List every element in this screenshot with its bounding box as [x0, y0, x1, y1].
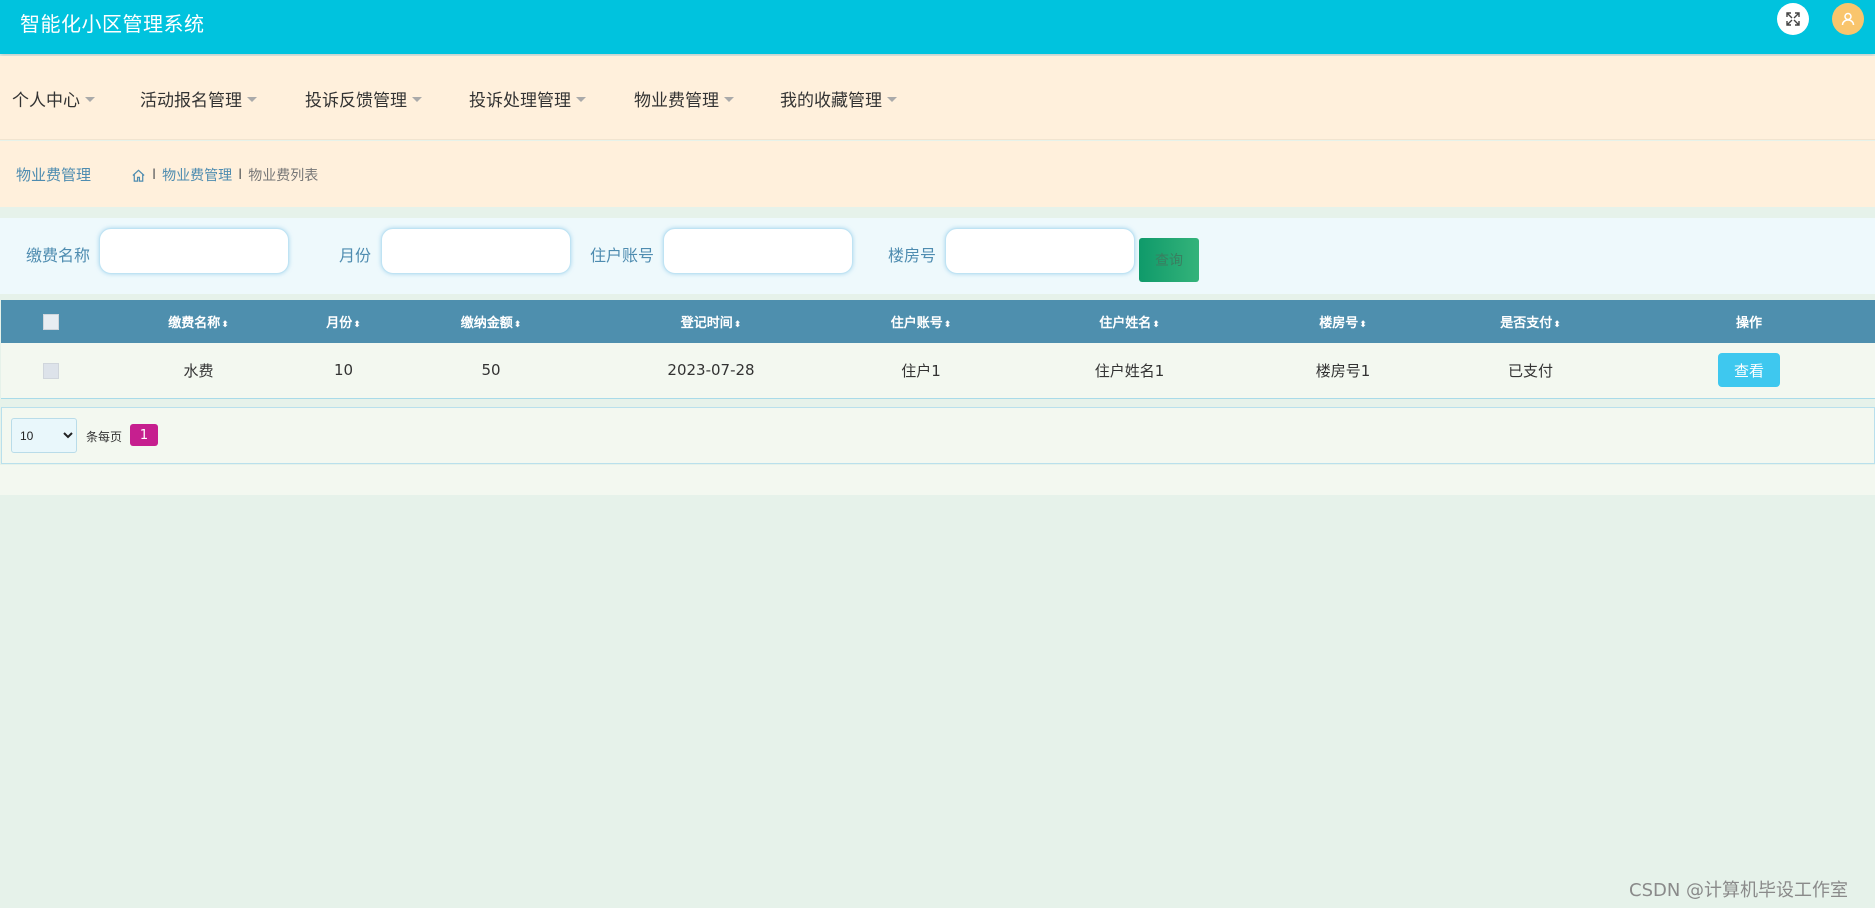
- app-title: 智能化小区管理系统: [20, 12, 205, 36]
- sort-icon: ⬍: [221, 320, 229, 330]
- caret-down-icon: [85, 97, 95, 102]
- nav-label: 我的收藏管理: [780, 91, 882, 111]
- month-input[interactable]: [381, 228, 571, 274]
- column-header[interactable]: 缴费名称⬍: [101, 300, 296, 343]
- column-header-label: 缴费名称: [168, 316, 221, 331]
- home-icon[interactable]: [131, 168, 146, 183]
- nav-item-complaint-handling[interactable]: 投诉处理管理: [469, 86, 586, 111]
- caret-down-icon: [247, 97, 257, 102]
- account-label: 住户账号: [590, 246, 655, 265]
- content-bottom-strip: [0, 465, 1875, 495]
- search-button[interactable]: 查询: [1139, 238, 1199, 282]
- row-select-cell: [1, 343, 101, 398]
- nav-label: 物业费管理: [634, 91, 719, 111]
- column-header[interactable]: 是否支付⬍: [1438, 300, 1623, 343]
- column-header-label: 是否支付: [1500, 316, 1553, 331]
- cell-action: 查看: [1623, 343, 1875, 398]
- page-number-current[interactable]: 1: [130, 424, 158, 446]
- column-header-label: 缴纳金额: [460, 316, 513, 331]
- sort-icon: ⬍: [733, 320, 742, 330]
- column-header[interactable]: 月份⬍: [296, 300, 391, 343]
- per-page-label: 条每页: [86, 430, 123, 444]
- breadcrumb: I 物业费管理 I 物业费列表: [131, 165, 318, 185]
- top-header: 智能化小区管理系统: [0, 0, 1875, 54]
- breadcrumb-separator: I: [152, 167, 157, 183]
- column-header[interactable]: 楼房号⬍: [1248, 300, 1438, 343]
- breadcrumb-bar: 物业费管理 I 物业费管理 I 物业费列表: [0, 141, 1875, 207]
- month-label: 月份: [339, 246, 372, 265]
- sort-icon: ⬍: [943, 320, 952, 330]
- search-form: 缴费名称 月份 住户账号 楼房号 查询: [0, 218, 1875, 294]
- cell-building: 楼房号1: [1315, 361, 1371, 380]
- caret-down-icon: [724, 97, 734, 102]
- select-all-checkbox[interactable]: [43, 313, 59, 330]
- caret-down-icon: [887, 97, 897, 102]
- account-input[interactable]: [663, 228, 853, 274]
- cell-fee-name: 水费: [183, 361, 214, 380]
- cell-amount: 50: [481, 361, 501, 380]
- sort-icon: ⬍: [1152, 320, 1160, 330]
- column-header-label: 月份: [326, 316, 353, 331]
- caret-down-icon: [412, 97, 422, 102]
- building-label: 楼房号: [888, 246, 937, 265]
- user-icon: [1841, 12, 1855, 26]
- nav-label: 活动报名管理: [140, 91, 242, 111]
- caret-down-icon: [576, 97, 586, 102]
- cell-resident-name: 住户姓名1: [1094, 361, 1165, 380]
- fullscreen-button[interactable]: [1777, 3, 1809, 35]
- table-row: 水费 10 50 2023-07-28 住户1 住户姓名1 楼房号1 已支付 查…: [1, 343, 1875, 398]
- user-avatar-button[interactable]: [1832, 3, 1864, 35]
- nav-item-complaint-feedback[interactable]: 投诉反馈管理: [305, 86, 422, 111]
- nav-item-activity-signup[interactable]: 活动报名管理: [140, 86, 257, 111]
- sort-icon: ⬍: [1359, 320, 1367, 330]
- column-header[interactable]: 住户姓名⬍: [1011, 300, 1248, 343]
- fee-name-input[interactable]: [99, 228, 289, 274]
- nav-item-personal-center[interactable]: 个人中心: [12, 86, 95, 111]
- nav-label: 个人中心: [12, 91, 80, 111]
- main-nav: 个人中心 活动报名管理 投诉反馈管理 投诉处理管理 物业费管理 我的收藏管理: [0, 56, 1875, 140]
- column-header-label: 楼房号: [1319, 316, 1359, 331]
- sort-icon: ⬍: [353, 320, 361, 330]
- nav-item-property-fee[interactable]: 物业费管理: [634, 86, 734, 111]
- column-header[interactable]: 住户账号⬍: [831, 300, 1011, 343]
- breadcrumb-item[interactable]: 物业费管理: [162, 165, 232, 185]
- column-header-label: 登记时间: [680, 316, 733, 331]
- column-header-label: 住户姓名: [1099, 316, 1152, 331]
- table-header-row: 缴费名称⬍ 月份⬍ 缴纳金额⬍ 登记时间⬍ 住户账号⬍ 住户姓名⬍ 楼房号⬍ 是…: [1, 300, 1875, 343]
- sort-icon: ⬍: [513, 320, 522, 330]
- cell-date: 2023-07-28: [667, 361, 755, 380]
- nav-label: 投诉处理管理: [469, 91, 571, 111]
- sort-icon: ⬍: [1553, 320, 1561, 330]
- column-header-label: 住户账号: [890, 316, 943, 331]
- view-button[interactable]: 查看: [1718, 353, 1780, 388]
- column-header[interactable]: 登记时间⬍: [591, 300, 831, 343]
- breadcrumb-item-current: 物业费列表: [248, 168, 319, 184]
- fullscreen-icon: [1786, 12, 1800, 26]
- fee-name-label: 缴费名称: [26, 246, 91, 265]
- cell-paid-status: 已支付: [1507, 361, 1553, 380]
- building-input[interactable]: [945, 228, 1135, 274]
- nav-label: 投诉反馈管理: [305, 91, 407, 111]
- page-title: 物业费管理: [16, 166, 92, 184]
- row-checkbox[interactable]: [43, 362, 59, 379]
- pagination: 10 条每页 1: [1, 407, 1875, 464]
- column-header-action: 操作: [1735, 316, 1762, 331]
- select-all-cell: [1, 300, 101, 343]
- cell-month: 10: [333, 361, 354, 380]
- fee-table: 缴费名称⬍ 月份⬍ 缴纳金额⬍ 登记时间⬍ 住户账号⬍ 住户姓名⬍ 楼房号⬍ 是…: [1, 300, 1875, 399]
- watermark: CSDN @计算机毕设工作室: [1629, 880, 1849, 901]
- page-size-select[interactable]: 10: [11, 418, 77, 453]
- breadcrumb-separator: I: [238, 167, 243, 183]
- column-header[interactable]: 缴纳金额⬍: [391, 300, 591, 343]
- nav-item-favorites[interactable]: 我的收藏管理: [780, 86, 897, 111]
- cell-account: 住户1: [901, 361, 941, 380]
